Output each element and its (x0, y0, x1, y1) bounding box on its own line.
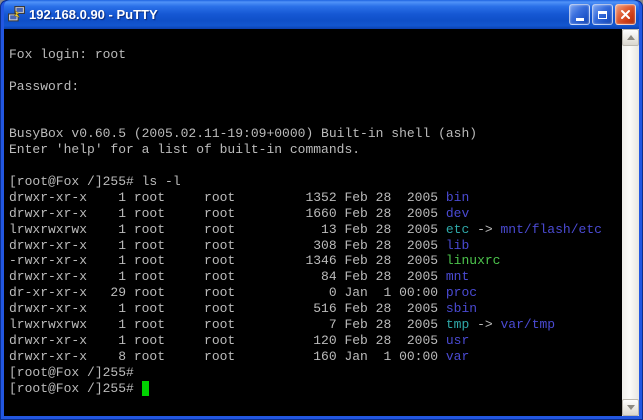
scroll-down-icon (627, 405, 635, 410)
symlink-name: etc (446, 222, 469, 237)
terminal-line: lrwxrwxrwx 1 root root 13 Feb 28 2005 et… (9, 222, 622, 238)
terminal-line: -rwxr-xr-x 1 root root 1346 Feb 28 2005 … (9, 253, 622, 269)
terminal-line: [root@Fox /]255# (9, 381, 622, 397)
close-icon (620, 9, 631, 20)
terminal-line: Enter 'help' for a list of built-in comm… (9, 142, 622, 158)
terminal-text: drwxr-xr-x 1 root root 1660 Feb 28 2005 (9, 206, 446, 221)
terminal-text: drwxr-xr-x 1 root root 308 Feb 28 2005 (9, 238, 446, 253)
terminal-line: [root@Fox /]255# (9, 365, 622, 381)
terminal-line (9, 31, 622, 47)
terminal-screen[interactable]: Fox login: root Password: BusyBox v0.60.… (4, 29, 622, 416)
terminal-line (9, 158, 622, 174)
terminal-text: drwxr-xr-x 8 root root 160 Jan 1 00:00 (9, 349, 446, 364)
terminal-line: dr-xr-xr-x 29 root root 0 Jan 1 00:00 pr… (9, 285, 622, 301)
terminal-line (9, 110, 622, 126)
executable-name: linuxrc (446, 253, 501, 268)
terminal-text: drwxr-xr-x 1 root root 120 Feb 28 2005 (9, 333, 446, 348)
directory-name: mnt/flash/etc (501, 222, 602, 237)
directory-name: lib (446, 238, 469, 253)
terminal-line: BusyBox v0.60.5 (2005.02.11-19:09+0000) … (9, 126, 622, 142)
terminal-text: [root@Fox /]255# (9, 365, 134, 380)
terminal-text: dr-xr-xr-x 29 root root 0 Jan 1 00:00 (9, 285, 446, 300)
terminal-line: Fox login: root (9, 47, 622, 63)
maximize-button[interactable] (592, 4, 613, 25)
terminal-text: -> (469, 222, 500, 237)
directory-name: dev (446, 206, 469, 221)
terminal-text: drwxr-xr-x 1 root root 84 Feb 28 2005 (9, 269, 446, 284)
symlink-name: tmp (446, 317, 469, 332)
terminal-line: drwxr-xr-x 1 root root 1660 Feb 28 2005 … (9, 206, 622, 222)
directory-name: usr (446, 333, 469, 348)
scrollbar[interactable] (622, 29, 639, 416)
terminal-text: drwxr-xr-x 1 root root 1352 Feb 28 2005 (9, 190, 446, 205)
terminal-line: drwxr-xr-x 8 root root 160 Jan 1 00:00 v… (9, 349, 622, 365)
directory-name: var/tmp (501, 317, 556, 332)
terminal-line: drwxr-xr-x 1 root root 516 Feb 28 2005 s… (9, 301, 622, 317)
directory-name: proc (446, 285, 477, 300)
client-area: Fox login: root Password: BusyBox v0.60.… (4, 29, 639, 416)
terminal-line: [root@Fox /]255# ls -l (9, 174, 622, 190)
terminal-text: drwxr-xr-x 1 root root 516 Feb 28 2005 (9, 301, 446, 316)
directory-name: var (446, 349, 469, 364)
terminal-text: lrwxrwxrwx 1 root root 7 Feb 28 2005 (9, 317, 446, 332)
terminal-line: lrwxrwxrwx 1 root root 7 Feb 28 2005 tmp… (9, 317, 622, 333)
titlebar[interactable]: 192.168.0.90 - PuTTY (4, 0, 639, 29)
window-title: 192.168.0.90 - PuTTY (29, 7, 567, 22)
putty-icon[interactable] (8, 6, 25, 23)
terminal-line (9, 63, 622, 79)
scrollbar-down-button[interactable] (622, 399, 639, 416)
directory-name: mnt (446, 269, 469, 284)
terminal-text: [root@Fox /]255# ls -l (9, 174, 181, 189)
minimize-icon (576, 18, 584, 21)
terminal-line: drwxr-xr-x 1 root root 84 Feb 28 2005 mn… (9, 269, 622, 285)
terminal-line: drwxr-xr-x 1 root root 120 Feb 28 2005 u… (9, 333, 622, 349)
scroll-up-icon (627, 35, 635, 40)
directory-name: sbin (446, 301, 477, 316)
minimize-button[interactable] (569, 4, 590, 25)
terminal-line: Password: (9, 79, 622, 95)
terminal-text: Enter 'help' for a list of built-in comm… (9, 142, 360, 157)
terminal-text: [root@Fox /]255# (9, 381, 142, 396)
terminal-text: Password: (9, 79, 79, 94)
terminal-text: lrwxrwxrwx 1 root root 13 Feb 28 2005 (9, 222, 446, 237)
terminal-text: -rwxr-xr-x 1 root root 1346 Feb 28 2005 (9, 253, 446, 268)
close-button[interactable] (615, 4, 636, 25)
putty-window: 192.168.0.90 - PuTTY Fox login: root Pas… (0, 0, 643, 420)
terminal-text: Fox login: root (9, 47, 126, 62)
terminal-line: drwxr-xr-x 1 root root 1352 Feb 28 2005 … (9, 190, 622, 206)
scrollbar-up-button[interactable] (622, 29, 639, 46)
terminal-text: BusyBox v0.60.5 (2005.02.11-19:09+0000) … (9, 126, 477, 141)
maximize-icon (598, 11, 607, 19)
terminal-line (9, 95, 622, 111)
terminal-cursor (142, 381, 150, 396)
terminal-text: -> (469, 317, 500, 332)
terminal-line: drwxr-xr-x 1 root root 308 Feb 28 2005 l… (9, 238, 622, 254)
directory-name: bin (446, 190, 469, 205)
